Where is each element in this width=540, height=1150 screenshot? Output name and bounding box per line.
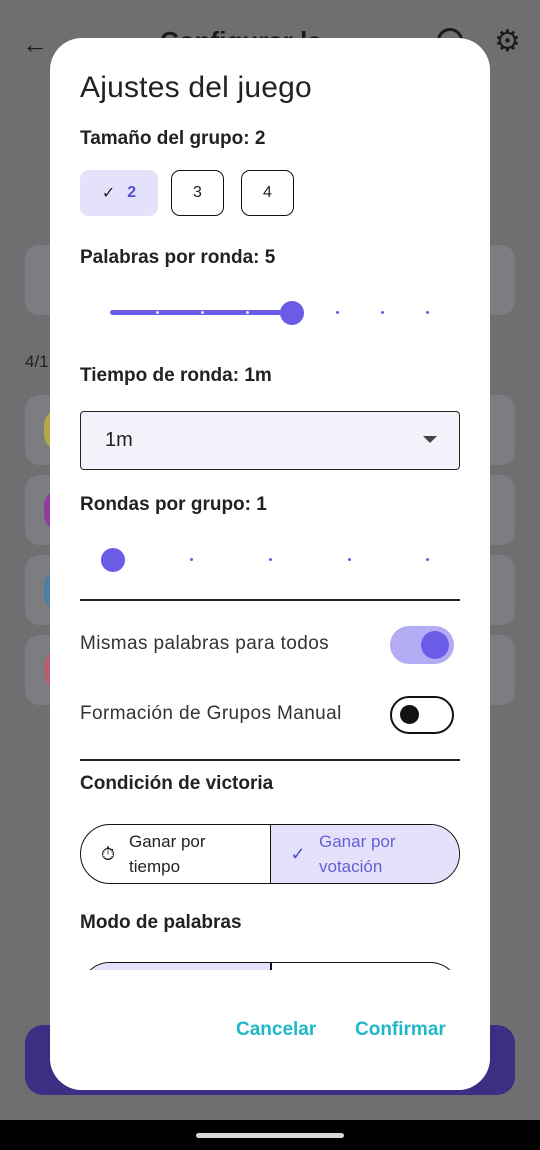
- slider-tick: [201, 311, 204, 314]
- group-size-chip-4[interactable]: 4: [241, 170, 294, 216]
- group-size-chip-2[interactable]: ✓ 2: [80, 170, 158, 216]
- slider-tick: [269, 558, 272, 561]
- win-by-time-option[interactable]: ⏱ Ganar por tiempo: [81, 825, 270, 883]
- slider-thumb[interactable]: [101, 548, 125, 572]
- settings-dialog: Ajustes del juego Tamaño del grupo: 2 ✓ …: [50, 38, 490, 1090]
- rounds-per-group-label: Rondas por grupo: 1: [80, 494, 267, 515]
- same-words-toggle[interactable]: [390, 626, 454, 664]
- toggle-knob: [400, 705, 419, 724]
- slider-tick: [156, 311, 159, 314]
- win-condition-label: Condición de victoria: [80, 773, 274, 794]
- slider-thumb[interactable]: [280, 301, 304, 325]
- divider: [80, 599, 460, 601]
- slider-tick: [426, 311, 429, 314]
- same-words-label: Mismas palabras para todos: [80, 633, 330, 654]
- option-label: Ganar por tiempo: [129, 832, 206, 876]
- chip-label: 2: [127, 184, 137, 201]
- dropdown-value: 1m: [105, 429, 133, 451]
- gear-icon[interactable]: ⚙: [494, 26, 521, 58]
- win-by-vote-option[interactable]: ✓ Ganar por votación: [270, 825, 459, 883]
- timer-icon: ⏱: [100, 843, 116, 864]
- slider-tick: [348, 558, 351, 561]
- divider: [80, 759, 460, 761]
- check-icon: ✓: [290, 843, 306, 864]
- player-counter: 4/1: [25, 352, 49, 371]
- group-size-label: Tamaño del grupo: 2: [80, 128, 266, 149]
- option-label: Ganar por votación: [319, 832, 396, 876]
- slider-tick: [426, 558, 429, 561]
- words-per-round-label: Palabras por ronda: 5: [80, 247, 276, 268]
- round-time-dropdown[interactable]: 1m: [80, 411, 460, 470]
- group-size-chip-3[interactable]: 3: [171, 170, 224, 216]
- slider-tick: [190, 558, 193, 561]
- slider-tick: [381, 311, 384, 314]
- manual-groups-toggle[interactable]: [390, 696, 454, 734]
- slider-tick: [336, 311, 339, 314]
- confirm-button[interactable]: Confirmar: [355, 1019, 446, 1041]
- manual-groups-label: Formación de Grupos Manual: [80, 703, 342, 724]
- cancel-button[interactable]: Cancelar: [236, 1019, 316, 1041]
- dialog-title: Ajustes del juego: [80, 71, 312, 104]
- chip-label: 4: [263, 184, 272, 201]
- toggle-knob: [421, 631, 449, 659]
- win-condition-segmented: ⏱ Ganar por tiempo ✓ Ganar por votación: [80, 824, 460, 884]
- round-time-label: Tiempo de ronda: 1m: [80, 365, 272, 386]
- back-arrow-icon[interactable]: ←: [22, 30, 50, 58]
- chip-label: 3: [193, 184, 202, 201]
- slider-tick: [246, 311, 249, 314]
- check-icon: ✓: [101, 185, 116, 202]
- dropdown-arrow-icon: [423, 436, 437, 443]
- word-mode-label: Modo de palabras: [80, 912, 242, 933]
- home-handle[interactable]: [196, 1133, 344, 1138]
